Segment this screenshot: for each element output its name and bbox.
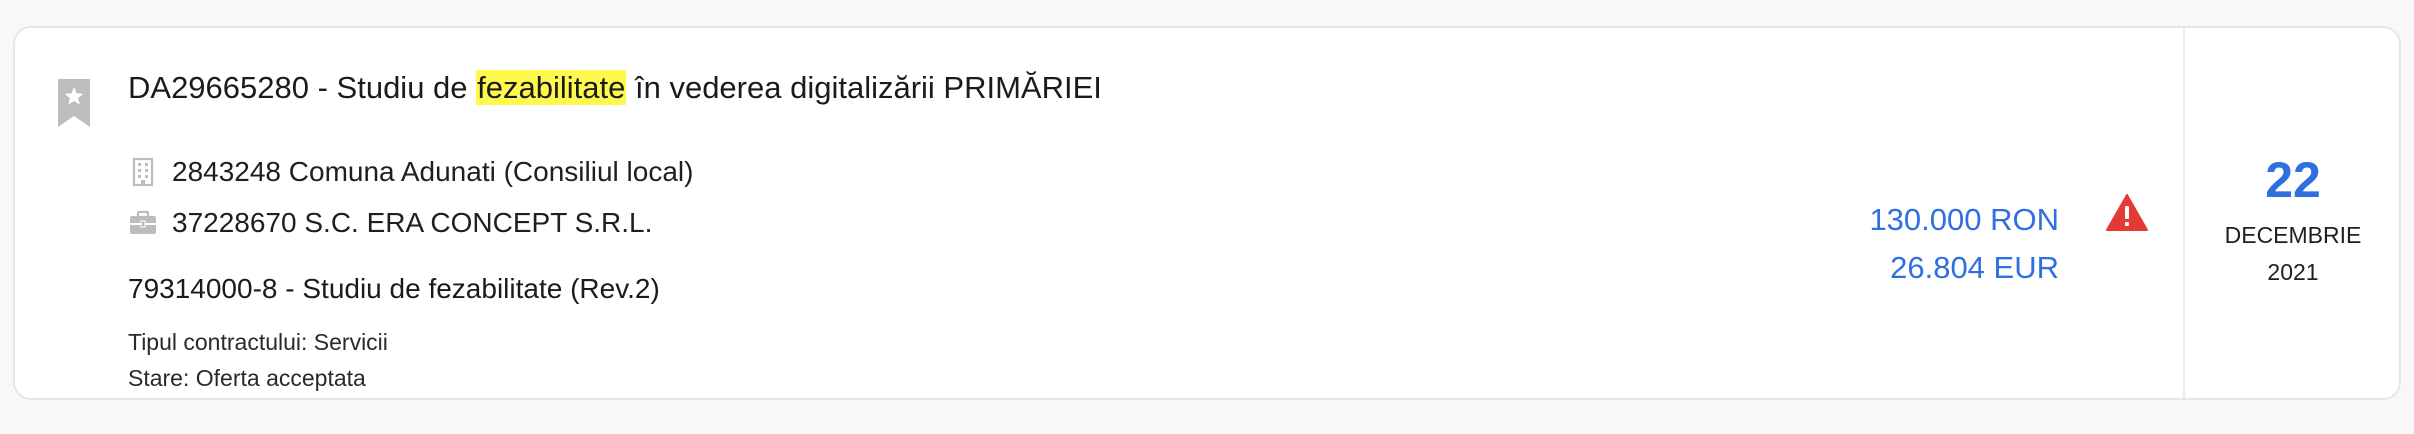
- building-icon: [128, 157, 158, 187]
- state-value: Oferta acceptata: [195, 365, 366, 391]
- publication-date: 22 DECEMBRIE 2021: [2183, 28, 2399, 398]
- supplier[interactable]: 37228670 S.C. ERA CONCEPT S.R.L.: [128, 205, 652, 241]
- date-month: DECEMBRIE: [2224, 222, 2362, 248]
- contract-state: Stare: Oferta acceptata: [128, 363, 366, 393]
- bookmark-star-icon[interactable]: [55, 76, 93, 130]
- state-label: Stare:: [128, 365, 196, 391]
- authority-name: 2843248 Comuna Adunati (Consiliul local): [172, 156, 694, 187]
- cpv-code: 79314000-8 - Studiu de fezabilitate (Rev…: [128, 273, 660, 304]
- title-suffix: în vederea digitalizării PRIMĂRIEI: [626, 70, 1102, 105]
- date-year: 2021: [2267, 259, 2319, 285]
- supplier-name: 37228670 S.C. ERA CONCEPT S.R.L.: [172, 207, 653, 238]
- contract-type: Tipul contractului: Servicii: [128, 329, 388, 355]
- notice-title[interactable]: DA29665280 - Studiu de fezabilitate în v…: [128, 66, 1102, 110]
- contracting-authority[interactable]: 2843248 Comuna Adunati (Consiliul local): [128, 154, 693, 190]
- contract-value: 130.000 RON 26.804 EUR: [1869, 196, 2059, 292]
- value-ron: 130.000 RON: [1869, 202, 2059, 237]
- date-day: 22: [2265, 152, 2321, 208]
- briefcase-icon: [128, 208, 158, 238]
- value-eur: 26.804 EUR: [1890, 250, 2059, 285]
- notice-card[interactable]: DA29665280 - Studiu de fezabilitate în v…: [13, 26, 2401, 400]
- search-highlight: fezabilitate: [476, 70, 627, 105]
- warning-triangle-icon[interactable]: [2105, 193, 2149, 233]
- title-prefix: DA29665280 - Studiu de: [128, 70, 477, 105]
